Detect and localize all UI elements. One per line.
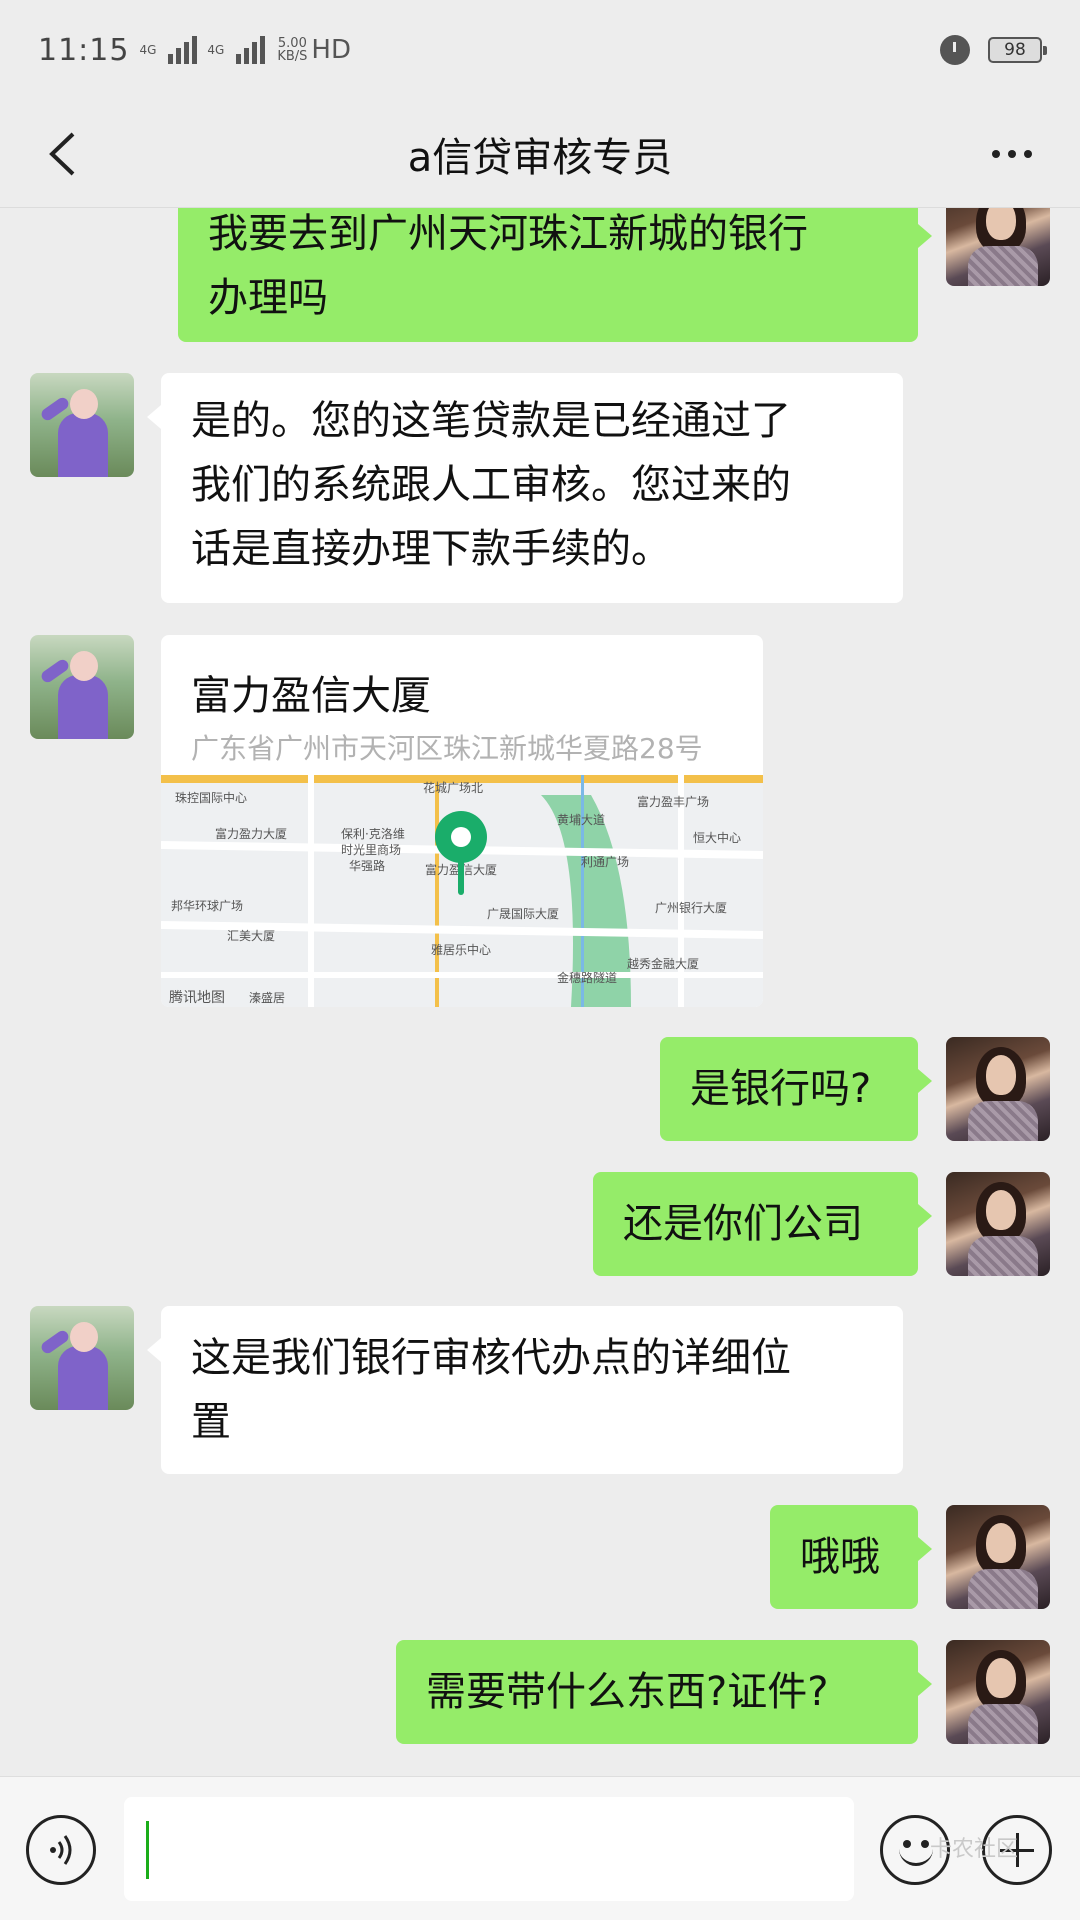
- location-pin-icon: [435, 811, 487, 863]
- status-time: 11:15: [38, 32, 130, 68]
- message-text: 置: [191, 1399, 231, 1445]
- map-label: 金穗路隧道: [557, 971, 618, 985]
- self-avatar[interactable]: [946, 208, 1050, 286]
- input-bar: 卡农社区: [0, 1776, 1080, 1920]
- message-bubble-self[interactable]: 还是你们公司: [593, 1172, 932, 1276]
- message-text: 我们的系统跟人工审核。您过来的: [191, 462, 791, 508]
- self-avatar[interactable]: [946, 1172, 1050, 1276]
- map-label: 花城广场北: [423, 781, 484, 795]
- message-text: 这是我们银行审核代办点的详细位: [191, 1335, 791, 1381]
- map-label: 保利·克洛维: [341, 827, 405, 841]
- map-label: 黄埔大道: [557, 813, 606, 827]
- map-provider-logo: 腾讯地图: [169, 990, 225, 1006]
- chat-title: a信贷审核专员: [407, 134, 673, 181]
- map-label: 越秀金融大厦: [627, 957, 700, 971]
- message-bubble-contact[interactable]: 这是我们银行审核代办点的详细位 置: [147, 1306, 903, 1474]
- map-label: 汇美大厦: [227, 929, 276, 943]
- message-bubble-self[interactable]: 是银行吗?: [660, 1037, 932, 1141]
- battery-icon: 98: [988, 37, 1047, 63]
- location-card[interactable]: 富力盈信大厦 广东省广州市天河区珠江新城华夏路28号 珠控国际中心 富力盈力大厦…: [161, 635, 763, 1007]
- network-speed: 5.00 KB/S: [277, 37, 307, 63]
- map-label: 珠控国际中心: [175, 791, 248, 805]
- text-cursor: [146, 1821, 149, 1879]
- map-label: 广州银行大厦: [655, 901, 728, 915]
- message-text: 还是你们公司: [623, 1201, 863, 1247]
- map-label: 富力盈力大厦: [215, 827, 288, 841]
- message-input[interactable]: [124, 1797, 854, 1901]
- self-avatar[interactable]: [946, 1505, 1050, 1609]
- map-label: 广晟国际大厦: [487, 907, 560, 921]
- message-text: 需要带什么东西?证件?: [426, 1669, 829, 1715]
- back-arrow-icon[interactable]: [36, 128, 88, 180]
- message-bubble-self[interactable]: 我要去到广州天河珠江新城的银行 办理吗: [178, 208, 932, 342]
- network-type-2: 4G: [207, 43, 225, 57]
- network-type-1: 4G: [139, 43, 157, 57]
- contact-avatar[interactable]: [30, 373, 134, 477]
- map-label: 时光里商场: [341, 843, 402, 857]
- message-bubble-contact[interactable]: 是的。您的这笔贷款是已经通过了 我们的系统跟人工审核。您过来的 话是直接办理下款…: [147, 373, 903, 603]
- signal-icon-2: [236, 36, 266, 64]
- self-avatar[interactable]: [946, 1037, 1050, 1141]
- message-text: 哦哦: [800, 1534, 880, 1580]
- message-text: 是银行吗?: [690, 1066, 872, 1112]
- location-pin-stem: [458, 859, 464, 895]
- more-options-icon[interactable]: [984, 128, 1040, 180]
- status-bar: 11:15 4G 4G 5.00 KB/S HD 98: [0, 0, 1080, 100]
- map-label: 雅居乐中心: [431, 943, 492, 957]
- map-label: 华强路: [349, 859, 386, 873]
- map-label: 富力盈丰广场: [637, 795, 710, 809]
- voice-input-icon[interactable]: [26, 1815, 96, 1885]
- message-list[interactable]: 我要去到广州天河珠江新城的银行 办理吗 是的。您的这笔贷款是已经通过了 我们的系…: [0, 208, 1080, 1776]
- message-bubble-self[interactable]: 哦哦: [770, 1505, 932, 1609]
- contact-avatar[interactable]: [30, 635, 134, 739]
- signal-icon-1: [168, 36, 198, 64]
- message-text: 是的。您的这笔贷款是已经通过了: [191, 398, 791, 444]
- map-label: 邦华环球广场: [171, 899, 244, 913]
- hd-indicator: HD: [311, 35, 351, 65]
- chat-header: a信贷审核专员: [0, 100, 1080, 208]
- message-text: 话是直接办理下款手续的。: [191, 526, 671, 572]
- map-label: 利通广场: [581, 855, 630, 869]
- message-bubble-self[interactable]: 需要带什么东西?证件?: [396, 1640, 932, 1744]
- message-text: 我要去到广州天河珠江新城的银行: [208, 211, 808, 257]
- watermark: 卡农社区: [930, 1837, 1019, 1862]
- map-label: 溱盛居: [249, 991, 286, 1005]
- alarm-icon: [940, 35, 970, 65]
- location-map[interactable]: 珠控国际中心 富力盈力大厦 保利·克洛维 时光里商场 华强路 花城广场北 黄埔大…: [161, 775, 763, 1007]
- network-speed-unit: KB/S: [277, 49, 308, 64]
- contact-avatar[interactable]: [30, 1306, 134, 1410]
- map-label: 恒大中心: [693, 831, 742, 845]
- message-text: 办理吗: [208, 275, 328, 321]
- location-name: 富力盈信大厦: [191, 673, 431, 719]
- self-avatar[interactable]: [946, 1640, 1050, 1744]
- location-address: 广东省广州市天河区珠江新城华夏路28号: [191, 732, 703, 765]
